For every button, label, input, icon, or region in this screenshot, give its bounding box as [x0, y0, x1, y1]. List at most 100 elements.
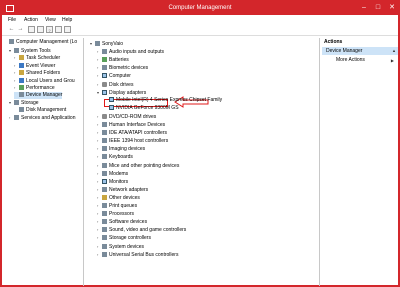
device-tree-item-row[interactable]: › Mice and other pointing devices: [97, 162, 179, 169]
device-icon: [19, 62, 24, 68]
toolbar: ← → ?: [2, 24, 398, 36]
device-icon: [102, 203, 107, 208]
maximize-button[interactable]: □: [372, 3, 384, 13]
device-tree-item-label: IDE ATA/ATAPI controllers: [109, 130, 167, 137]
device-tree-item-row[interactable]: › Software devices: [97, 218, 147, 225]
console-tree-item-row[interactable]: › Performance: [14, 84, 55, 91]
actions-device-manager[interactable]: Device Manager ▲: [322, 47, 398, 55]
close-button[interactable]: ✕: [386, 3, 398, 13]
device-tree-item-row[interactable]: › Modems: [97, 170, 128, 177]
device-tree-item-row[interactable]: › Biometric devices: [97, 64, 148, 71]
device-icon: [102, 194, 107, 200]
console-tree-item-row[interactable]: Computer Management (Lo: [4, 39, 77, 46]
device-icon: [102, 113, 107, 119]
device-icon: [102, 138, 107, 144]
device-tree-item-row[interactable]: ▾ Display adapters: [97, 89, 146, 96]
device-icon: [102, 65, 107, 71]
console-tree-item-row[interactable]: › Services and Application: [9, 114, 75, 121]
console-tree-item-label: Storage: [21, 100, 39, 106]
more-actions-item[interactable]: More Actions ▶: [336, 57, 396, 64]
scan-hardware-icon[interactable]: [55, 26, 62, 33]
device-tree-item-row[interactable]: › Processors: [97, 210, 134, 217]
console-tree-item-row[interactable]: Disk Management: [14, 106, 66, 114]
device-icon: [102, 146, 107, 152]
device-tree-item-label: IEEE 1394 host controllers: [109, 138, 169, 145]
device-tree-item-row[interactable]: › DVD/CD-ROM drives: [97, 113, 156, 120]
device-tree-item-row[interactable]: › Disk drives: [97, 81, 133, 88]
device-icon: [95, 41, 100, 46]
menu-file[interactable]: File: [8, 17, 16, 23]
device-tree-item-label: Biometric devices: [109, 65, 149, 72]
device-tree-item-row[interactable]: › Keyboards: [97, 153, 133, 160]
device-icon: [19, 85, 24, 90]
device-tree-item-row[interactable]: › IEEE 1394 host controllers: [97, 137, 168, 144]
device-tree-item-row[interactable]: › Universal Serial Bus controllers: [97, 251, 178, 258]
device-tree-item-label: Keyboards: [109, 154, 133, 161]
device-tree-item-row[interactable]: › Human Interface Devices: [97, 121, 165, 128]
actions-title: Actions: [322, 38, 398, 46]
device-tree-item-row[interactable]: NVIDIA GeForce 9300M GS: [104, 104, 179, 112]
device-tree-item-row[interactable]: › IDE ATA/ATAPI controllers: [97, 129, 167, 136]
console-tree-item-label: Task Scheduler: [26, 55, 61, 61]
device-tree-item-row[interactable]: › System devices: [97, 243, 144, 250]
collapse-icon[interactable]: ▲: [392, 47, 396, 55]
app-window: Computer Management – □ ✕ File Action Vi…: [0, 0, 400, 287]
menu-action[interactable]: Action: [24, 17, 38, 23]
device-tree-item-row[interactable]: › Storage controllers: [97, 234, 151, 241]
more-actions-label: More Actions: [336, 57, 365, 63]
device-icon: [19, 77, 24, 83]
console-tree-item-label: Device Manager: [26, 91, 63, 98]
menu-view[interactable]: View: [45, 17, 56, 23]
device-tree-item-row[interactable]: › Computer: [97, 72, 131, 79]
console-tree-item-row[interactable]: › Task Scheduler: [14, 54, 60, 61]
device-tree-item-row[interactable]: › Audio inputs and outputs: [97, 48, 164, 55]
device-icon: [19, 91, 24, 97]
device-icon: [9, 39, 14, 44]
device-icon: [14, 115, 19, 120]
device-tree-item-label: Display adapters: [109, 89, 147, 96]
console-tree-item-label: Services and Application: [21, 115, 76, 121]
device-tree-item-label: Human Interface Devices: [109, 122, 166, 128]
device-tree-item-label: DVD/CD-ROM drives: [109, 113, 157, 120]
menu-help[interactable]: Help: [62, 17, 72, 23]
device-icon: [102, 178, 107, 184]
device-tree-item-label: Computer: [109, 73, 131, 80]
device-tree-item-label: Print queues: [109, 203, 138, 209]
device-tree-item-row[interactable]: › Batteries: [97, 56, 129, 63]
device-icon: [102, 219, 107, 225]
device-icon: [19, 70, 24, 75]
device-tree-item-label: Mice and other pointing devices: [109, 162, 180, 169]
console-tree-item-row[interactable]: Device Manager: [14, 91, 63, 99]
device-tree-item-label: Imaging devices: [109, 146, 146, 153]
device-tree-item-row[interactable]: › Network adapters: [97, 186, 148, 193]
actions-selected-label: Device Manager: [326, 48, 363, 54]
device-icon: [102, 81, 107, 87]
device-icon: [102, 186, 107, 192]
forward-icon[interactable]: →: [17, 26, 24, 33]
properties-icon[interactable]: [37, 26, 44, 33]
window-title: Computer Management: [168, 5, 232, 11]
device-tree-item-label: Disk drives: [109, 81, 134, 88]
device-tree-item-row[interactable]: › Other devices: [97, 194, 140, 201]
device-tree-item-row[interactable]: › Print queues: [97, 202, 137, 209]
device-tree-item-row[interactable]: › Sound, video and game controllers: [97, 226, 186, 233]
help-icon[interactable]: ?: [46, 26, 53, 33]
console-tree-item-row[interactable]: › Event Viewer: [14, 62, 55, 69]
device-tree-item-row[interactable]: › Monitors: [97, 178, 128, 185]
back-icon[interactable]: ←: [8, 26, 15, 33]
minimize-button[interactable]: –: [358, 3, 370, 13]
device-tree-item-label: Universal Serial Bus controllers: [109, 251, 179, 258]
console-tree-item-row[interactable]: ▾ Storage: [9, 99, 39, 106]
show-hide-tree-icon[interactable]: [28, 26, 35, 33]
device-icon: [102, 211, 107, 217]
device-tree-item-row[interactable]: ▾ SonyVaio: [90, 40, 123, 47]
console-tree-item-row[interactable]: › Shared Folders: [14, 69, 60, 76]
console-tree-item-row[interactable]: ▾ System Tools: [9, 47, 51, 54]
console-tree-item-row[interactable]: › Local Users and Grou: [14, 77, 75, 84]
device-icon: [102, 73, 107, 79]
device-tree-item-label: Sound, video and game controllers: [109, 227, 187, 234]
console-tree-item-label: Event Viewer: [26, 62, 56, 69]
device-tree-item-row[interactable]: Mobile Intel(R) 4 Series Express Chipset…: [104, 96, 222, 104]
device-tree-item-row[interactable]: › Imaging devices: [97, 145, 145, 152]
monitor-icon[interactable]: [64, 26, 71, 33]
